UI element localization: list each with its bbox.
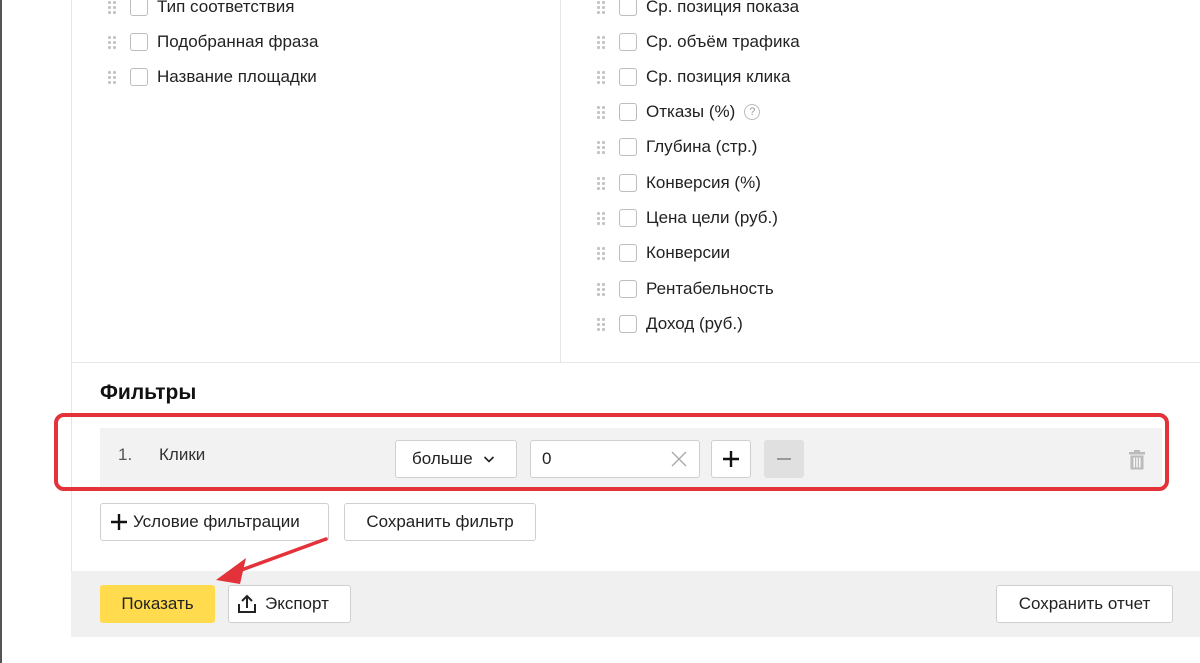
- column-checkbox[interactable]: [619, 315, 637, 333]
- column-item-conversion-rate[interactable]: Конверсия (%): [597, 171, 761, 195]
- column-label: Отказы (%): [646, 102, 736, 121]
- add-filter-condition-button[interactable]: Условие фильтрации: [100, 503, 329, 541]
- drag-handle-icon[interactable]: [597, 139, 607, 155]
- column-checkbox[interactable]: [130, 68, 148, 86]
- drag-handle-icon[interactable]: [597, 245, 607, 261]
- column-label: Ср. объём трафика: [646, 32, 800, 51]
- column-checkbox[interactable]: [619, 174, 637, 192]
- column-checkbox[interactable]: [619, 103, 637, 121]
- column-checkbox[interactable]: [619, 244, 637, 262]
- column-checkbox[interactable]: [619, 138, 637, 156]
- column-item-avg-click-position[interactable]: Ср. позиция клика: [597, 65, 790, 89]
- show-report-label: Показать: [121, 594, 194, 613]
- plus-icon: [111, 514, 127, 530]
- drag-handle-icon[interactable]: [597, 0, 607, 15]
- column-divider: [560, 0, 561, 362]
- save-filter-button[interactable]: Сохранить фильтр: [344, 503, 536, 541]
- column-item-site-name[interactable]: Название площадки: [108, 65, 317, 89]
- column-checkbox[interactable]: [619, 209, 637, 227]
- drag-handle-icon[interactable]: [597, 175, 607, 191]
- column-label: Доход (руб.): [646, 314, 743, 333]
- column-checkbox[interactable]: [619, 68, 637, 86]
- column-label: Цена цели (руб.): [646, 208, 778, 227]
- column-checkbox[interactable]: [619, 33, 637, 51]
- column-label: Глубина (стр.): [646, 137, 758, 156]
- show-report-button[interactable]: Показать: [100, 585, 215, 623]
- column-item-goal-cost[interactable]: Цена цели (руб.): [597, 206, 778, 230]
- column-checkbox[interactable]: [130, 0, 148, 16]
- column-item-profitability[interactable]: Рентабельность: [597, 277, 774, 301]
- drag-handle-icon[interactable]: [597, 210, 607, 226]
- column-label: Конверсия (%): [646, 173, 761, 192]
- column-checkbox[interactable]: [619, 0, 637, 16]
- drag-handle-icon[interactable]: [597, 69, 607, 85]
- filters-title: Фильтры: [100, 381, 197, 404]
- column-label: Ср. позиция показа: [646, 0, 800, 16]
- column-label: Ср. позиция клика: [646, 67, 791, 86]
- drag-handle-icon[interactable]: [108, 69, 118, 85]
- column-item-avg-impression-position[interactable]: Ср. позиция показа: [597, 0, 799, 19]
- column-item-conversions[interactable]: Конверсии: [597, 241, 730, 265]
- window-edge: [0, 0, 2, 663]
- add-filter-condition-label: Условие фильтрации: [133, 512, 300, 531]
- column-label: Рентабельность: [646, 279, 774, 298]
- drag-handle-icon[interactable]: [597, 104, 607, 120]
- column-item-avg-traffic-volume[interactable]: Ср. объём трафика: [597, 30, 800, 54]
- drag-handle-icon[interactable]: [597, 34, 607, 50]
- section-separator: [71, 362, 1200, 363]
- export-label: Экспорт: [265, 594, 329, 613]
- drag-handle-icon[interactable]: [597, 316, 607, 332]
- column-label: Название площадки: [157, 67, 317, 86]
- save-report-label: Сохранить отчет: [1018, 594, 1151, 613]
- save-report-button[interactable]: Сохранить отчет: [996, 585, 1173, 623]
- column-item-bounces[interactable]: Отказы (%) ?: [597, 100, 761, 124]
- column-item-matched-phrase[interactable]: Подобранная фраза: [108, 30, 318, 54]
- column-item-depth[interactable]: Глубина (стр.): [597, 135, 757, 159]
- export-icon: [238, 594, 256, 613]
- column-label: Конверсии: [646, 243, 730, 262]
- column-checkbox[interactable]: [130, 33, 148, 51]
- column-label: Подобранная фраза: [157, 32, 319, 51]
- column-checkbox[interactable]: [619, 280, 637, 298]
- drag-handle-icon[interactable]: [108, 0, 118, 15]
- drag-handle-icon[interactable]: [597, 281, 607, 297]
- drag-handle-icon[interactable]: [108, 34, 118, 50]
- save-filter-label: Сохранить фильтр: [366, 512, 514, 531]
- help-icon[interactable]: ?: [744, 104, 761, 120]
- column-label: Тип соответствия: [157, 0, 295, 16]
- column-item-match-type[interactable]: Тип соответствия: [108, 0, 294, 19]
- export-button[interactable]: Экспорт: [228, 585, 351, 623]
- annotation-highlight-frame: [54, 413, 1169, 491]
- column-item-revenue[interactable]: Доход (руб.): [597, 312, 743, 336]
